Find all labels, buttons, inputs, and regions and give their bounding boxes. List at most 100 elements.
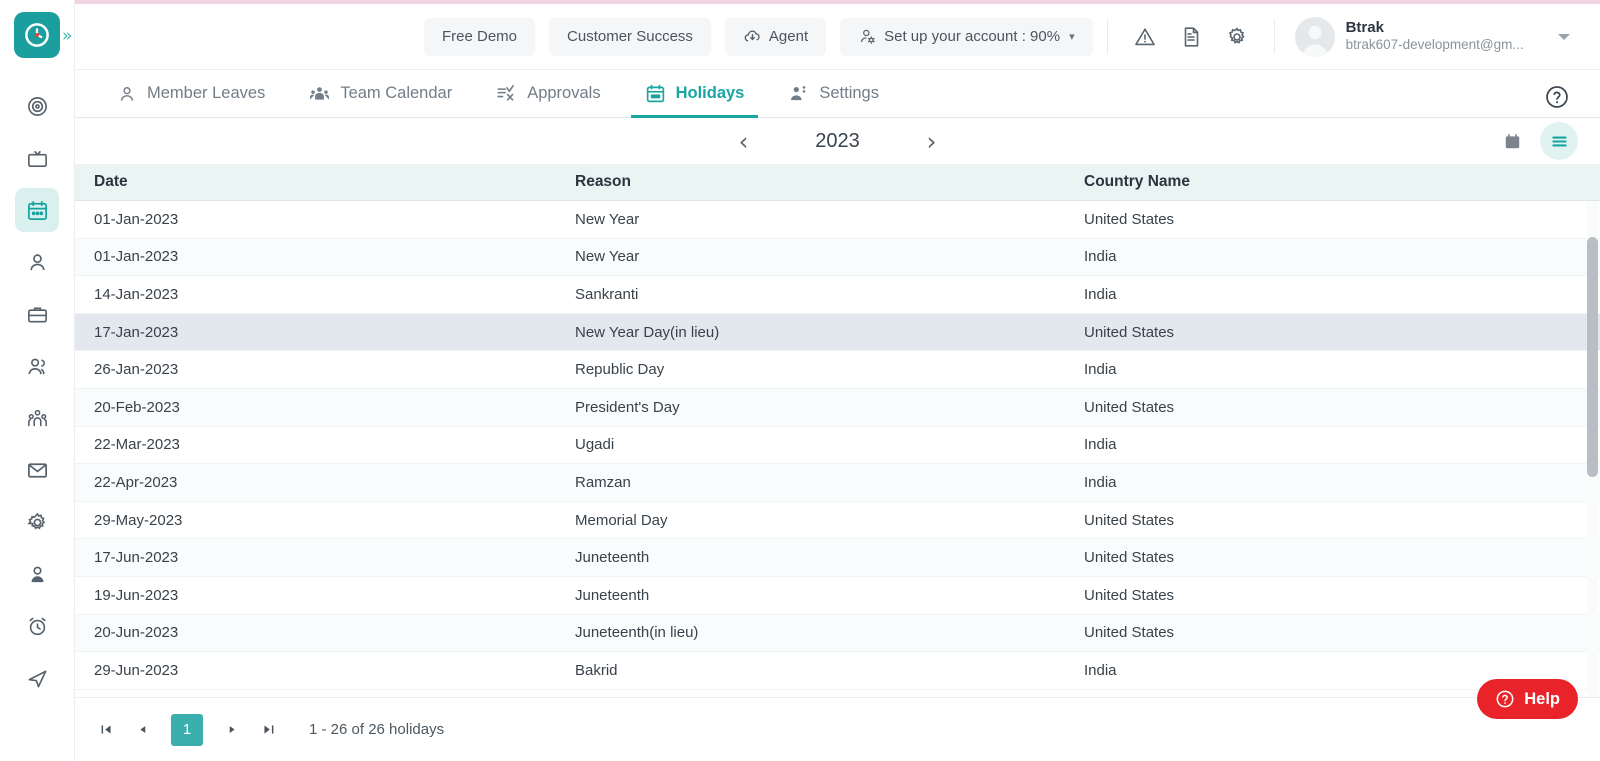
tab-holidays[interactable]: Holidays: [623, 70, 767, 118]
agent-button[interactable]: Agent: [724, 17, 827, 56]
table-row[interactable]: 20-Feb-2023 President's Day United States: [75, 388, 1600, 427]
table-row[interactable]: 01-Jan-2023 New Year India: [75, 238, 1600, 277]
calendar-view-button[interactable]: [1498, 127, 1526, 155]
setup-account-button[interactable]: Set up your account : 90% ▾: [840, 17, 1093, 56]
tab-team-calendar[interactable]: Team Calendar: [287, 70, 474, 118]
table-row[interactable]: 17-Jan-2023 New Year Day(in lieu) United S…: [75, 313, 1600, 352]
free-demo-button[interactable]: Free Demo: [424, 17, 536, 56]
table-row[interactable]: 20-Jun-2023 Juneteenth(in lieu) United Sta…: [75, 614, 1600, 653]
avatar: [1294, 16, 1335, 57]
top-bar: Free Demo Customer Success Agent Set up …: [75, 4, 1600, 70]
cell-reason: Memorial Day: [575, 511, 668, 529]
sidebar-item-profile[interactable]: [15, 552, 59, 596]
gear-icon: [1228, 26, 1245, 44]
alarm-clock-icon: [28, 617, 46, 635]
help-button[interactable]: Help: [1477, 679, 1578, 719]
send-icon: [28, 669, 46, 687]
help-info-button[interactable]: [1544, 84, 1570, 110]
cell-reason: Juneteenth: [575, 549, 650, 567]
column-header-country[interactable]: Country Name: [1084, 173, 1600, 191]
tab-settings[interactable]: Settings: [766, 70, 901, 118]
next-page-icon: [229, 726, 235, 733]
user-menu[interactable]: Btrak btrak607-development@gm...: [1294, 16, 1524, 57]
table-row[interactable]: 14-Jan-2023 Sankranti India: [75, 276, 1600, 314]
prev-page-button[interactable]: [125, 713, 159, 747]
table-row[interactable]: 19-Jun-2023 Juneteenth United States: [75, 577, 1600, 615]
cell-country: India: [1084, 661, 1117, 679]
sidebar-item-users[interactable]: [15, 344, 59, 388]
person-settings-icon: [791, 86, 806, 101]
gear-icon: [26, 512, 45, 529]
target-icon: [27, 96, 47, 116]
view-toggle-group: [1498, 122, 1578, 160]
next-year-button[interactable]: ›: [927, 129, 937, 154]
cell-country: United States: [1084, 323, 1175, 341]
table-row[interactable]: 01-Jan-2023 New Year United States: [75, 201, 1600, 239]
cell-country: United States: [1084, 210, 1175, 228]
cell-date: 17-Jan-2023: [94, 323, 179, 341]
sidebar-items: [15, 84, 59, 708]
sidebar-item-target[interactable]: [15, 84, 59, 128]
cell-date: 29-May-2023: [94, 511, 183, 529]
sidebar-item-send[interactable]: [15, 656, 59, 700]
sidebar-item-calendar[interactable]: [15, 188, 59, 232]
documents-button[interactable]: [1168, 16, 1214, 58]
table-row[interactable]: 26-Jan-2023 Republic Day India: [75, 351, 1600, 389]
cell-date: 26-Jan-2023: [94, 361, 179, 379]
person-icon: [29, 253, 45, 270]
page-1-button[interactable]: 1: [171, 713, 203, 746]
last-page-button[interactable]: [251, 713, 285, 747]
help-button-label: Help: [1524, 689, 1560, 708]
cell-reason: Juneteenth: [575, 586, 650, 604]
table-body: 01-Jan-2023 New Year United States 01-Jan-2…: [75, 201, 1600, 697]
sidebar-item-tv[interactable]: [15, 136, 59, 180]
briefcase-icon: [27, 306, 47, 323]
calendar-icon: [646, 84, 664, 103]
sidebar-item-mail[interactable]: [15, 448, 59, 492]
user-menu-caret-icon[interactable]: [1557, 33, 1570, 40]
cell-reason: Sankranti: [575, 285, 639, 303]
current-year-label: 2023: [815, 129, 860, 152]
cell-date: 19-Jun-2023: [94, 586, 179, 604]
sidebar-expand-button[interactable]: »: [62, 26, 73, 46]
cell-date: 29-Jun-2023: [94, 661, 179, 679]
agent-label: Agent: [768, 28, 809, 45]
sidebar-item-alarm[interactable]: [15, 604, 59, 648]
app-logo[interactable]: [14, 12, 60, 58]
table-header-row: Date Reason Country Name: [75, 164, 1600, 201]
topbar-divider-2: [1273, 19, 1275, 54]
list-view-button[interactable]: [1540, 122, 1578, 160]
table-row[interactable]: 22-Mar-2023 Ugadi India: [75, 427, 1600, 465]
clock-logo-icon: [25, 23, 49, 47]
first-page-button[interactable]: [89, 713, 123, 747]
alerts-button[interactable]: [1122, 16, 1168, 58]
tab-member-leaves[interactable]: Member Leaves: [95, 70, 287, 118]
table-row[interactable]: 29-May-2023 Memorial Day United States: [75, 502, 1600, 540]
sidebar-item-person[interactable]: [15, 240, 59, 284]
table-row[interactable]: 17-Jun-2023 Juneteenth United States: [75, 539, 1600, 577]
sidebar-item-settings[interactable]: [15, 500, 59, 544]
setup-account-label: Set up your account : 90%: [884, 28, 1061, 45]
customer-success-button[interactable]: Customer Success: [549, 17, 711, 56]
mail-icon: [27, 462, 47, 478]
next-page-button[interactable]: [215, 713, 249, 747]
scrollbar-thumb[interactable]: [1587, 237, 1598, 477]
left-sidebar: [0, 0, 75, 761]
cell-date: 22-Mar-2023: [94, 436, 180, 454]
tab-label: Holidays: [675, 84, 745, 102]
settings-button[interactable]: [1214, 16, 1260, 58]
column-header-date[interactable]: Date: [75, 173, 575, 191]
calendar-icon: [27, 200, 47, 220]
table-row[interactable]: 22-Apr-2023 Ramzan India: [75, 464, 1600, 502]
user-gear-icon: [861, 29, 875, 44]
sidebar-item-briefcase[interactable]: [15, 292, 59, 336]
table-row[interactable]: 29-Jun-2023 Bakrid India: [75, 652, 1600, 690]
holidays-table: Date Reason Country Name 01-Jan-2023 New …: [75, 164, 1600, 697]
prev-year-button[interactable]: ‹: [739, 129, 749, 154]
sidebar-item-team[interactable]: [15, 396, 59, 440]
column-header-reason[interactable]: Reason: [575, 173, 1084, 191]
tab-label: Member Leaves: [147, 84, 266, 102]
cell-date: 01-Jan-2023: [94, 210, 179, 228]
tv-icon: [27, 150, 47, 167]
tab-approvals[interactable]: Approvals: [474, 70, 622, 118]
